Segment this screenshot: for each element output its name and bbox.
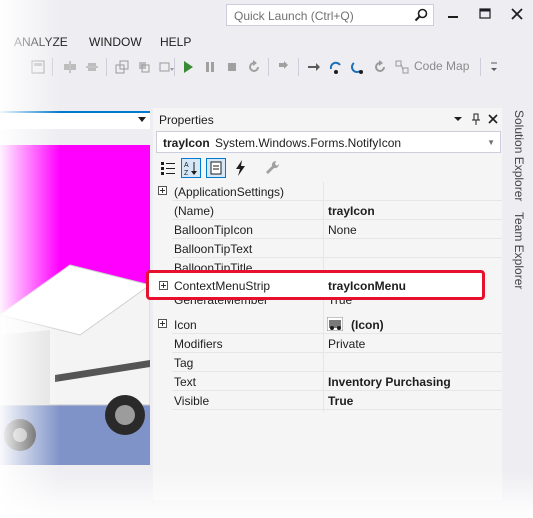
size-icon[interactable] bbox=[114, 59, 130, 75]
toolbar-separator bbox=[298, 58, 299, 76]
properties-page-icon bbox=[210, 161, 222, 175]
property-value[interactable]: trayIconMenu bbox=[328, 279, 406, 293]
designer-tab[interactable] bbox=[0, 111, 150, 129]
menu-window[interactable]: WINDOW bbox=[89, 35, 142, 49]
order-icon[interactable] bbox=[136, 59, 152, 75]
properties-window: Properties trayIcon System.Windows.Forms… bbox=[153, 108, 502, 500]
property-name: Tag bbox=[174, 356, 194, 370]
stop-icon[interactable] bbox=[224, 59, 240, 75]
dropdown-icon[interactable] bbox=[158, 59, 174, 75]
toolbar-separator bbox=[480, 58, 481, 76]
property-name: ContextMenuStrip bbox=[174, 279, 271, 293]
expand-icon[interactable] bbox=[159, 281, 168, 290]
menu-help[interactable]: HELP bbox=[160, 35, 191, 49]
step-over-icon[interactable] bbox=[328, 59, 344, 75]
toolbar-separator bbox=[52, 58, 53, 76]
chevron-down-icon[interactable]: ▼ bbox=[487, 138, 495, 147]
toolbar-layout-icon[interactable] bbox=[30, 59, 46, 75]
step-into-icon[interactable] bbox=[306, 59, 322, 75]
start-icon[interactable] bbox=[180, 59, 196, 75]
truck-image bbox=[0, 264, 150, 451]
pause-icon[interactable] bbox=[202, 59, 218, 75]
restart-icon[interactable] bbox=[246, 59, 262, 75]
minimize-icon[interactable] bbox=[443, 6, 463, 22]
row-divider bbox=[172, 409, 502, 410]
toolbar: Code Map bbox=[0, 53, 533, 81]
property-name: Visible bbox=[174, 394, 210, 408]
property-value[interactable]: Inventory Purchasing bbox=[328, 375, 451, 389]
chevron-down-icon[interactable] bbox=[138, 117, 146, 123]
properties-title: Properties bbox=[159, 113, 214, 127]
properties-toolbar: A Z bbox=[153, 155, 502, 181]
toolbar-separator bbox=[174, 58, 175, 76]
quick-launch-input[interactable]: Quick Launch (Ctrl+Q) bbox=[226, 4, 434, 26]
alphabetical-button[interactable]: A Z bbox=[181, 158, 201, 178]
menu-bar: ANALYZE WINDOW HELP bbox=[0, 32, 533, 53]
properties-header: Properties bbox=[153, 108, 502, 130]
code-map-label[interactable]: Code Map bbox=[414, 59, 469, 73]
form-designer-canvas[interactable] bbox=[0, 145, 150, 465]
tab-team-explorer[interactable]: Team Explorer bbox=[512, 212, 526, 289]
svg-text:Z: Z bbox=[184, 170, 189, 177]
side-tab-strip: Solution Explorer Team Explorer bbox=[502, 108, 533, 500]
property-row-contextmenustrip[interactable]: ContextMenuStrip trayIconMenu bbox=[146, 270, 485, 300]
code-map-icon[interactable] bbox=[394, 59, 410, 75]
menu-analyze[interactable]: ANALYZE bbox=[14, 35, 68, 49]
property-row-icon[interactable]: Icon (Icon) bbox=[153, 315, 502, 334]
property-row-name[interactable]: (Name) trayIcon bbox=[153, 201, 502, 220]
close-icon[interactable] bbox=[486, 112, 500, 126]
property-name: (Name) bbox=[174, 204, 215, 218]
tab-solution-explorer[interactable]: Solution Explorer bbox=[512, 110, 526, 201]
property-value[interactable]: Private bbox=[328, 337, 365, 351]
close-icon[interactable] bbox=[507, 6, 527, 22]
lightning-icon[interactable] bbox=[231, 158, 251, 178]
property-name: Modifiers bbox=[174, 337, 223, 351]
step-out-icon[interactable] bbox=[350, 59, 366, 75]
property-row-balloontiptext[interactable]: BalloonTipText bbox=[153, 239, 502, 258]
property-name: BalloonTipText bbox=[174, 242, 253, 256]
property-row-balloontipicon[interactable]: BalloonTipIcon None bbox=[153, 220, 502, 239]
property-value[interactable]: True bbox=[328, 394, 353, 408]
wrench-icon[interactable] bbox=[263, 158, 283, 178]
property-row-modifiers[interactable]: Modifiers Private bbox=[153, 334, 502, 353]
object-selector[interactable]: trayIcon System.Windows.Forms.NotifyIcon… bbox=[156, 131, 501, 153]
categorized-icon[interactable] bbox=[158, 158, 178, 178]
center-icon[interactable] bbox=[84, 59, 100, 75]
svg-text:A: A bbox=[184, 162, 189, 169]
selected-object-name: trayIcon bbox=[163, 136, 210, 150]
selected-object-type: System.Windows.Forms.NotifyIcon bbox=[215, 136, 402, 150]
sort-alphabetical-icon: A Z bbox=[184, 162, 197, 177]
property-name: Icon bbox=[174, 318, 197, 332]
property-value[interactable]: (Icon) bbox=[351, 318, 384, 332]
properties-view-button[interactable] bbox=[206, 158, 226, 178]
align-icon[interactable] bbox=[62, 59, 78, 75]
window-position-icon[interactable] bbox=[451, 112, 465, 126]
quick-launch-placeholder: Quick Launch (Ctrl+Q) bbox=[234, 9, 354, 23]
property-row-tag[interactable]: Tag bbox=[153, 353, 502, 372]
property-row-applicationsettings[interactable]: (ApplicationSettings) bbox=[153, 182, 502, 201]
pin-icon[interactable] bbox=[469, 112, 483, 126]
toolbar-separator bbox=[268, 58, 269, 76]
toolbar-separator bbox=[106, 58, 107, 76]
maximize-icon[interactable] bbox=[475, 6, 495, 22]
property-name: Text bbox=[174, 375, 197, 389]
property-name: (ApplicationSettings) bbox=[174, 185, 285, 199]
search-icon[interactable] bbox=[413, 7, 429, 23]
property-row-text[interactable]: Text Inventory Purchasing bbox=[153, 372, 502, 391]
refresh-icon[interactable] bbox=[372, 59, 388, 75]
toolbar-overflow-icon[interactable] bbox=[486, 59, 502, 75]
property-value[interactable]: None bbox=[328, 223, 357, 237]
property-row-visible[interactable]: Visible True bbox=[153, 391, 502, 410]
property-value[interactable]: trayIcon bbox=[328, 204, 375, 218]
show-next-statement-icon[interactable] bbox=[276, 59, 292, 75]
expand-icon[interactable] bbox=[158, 186, 167, 195]
property-name: BalloonTipIcon bbox=[174, 223, 253, 237]
icon-preview-icon bbox=[327, 317, 343, 331]
expand-icon[interactable] bbox=[158, 319, 167, 328]
